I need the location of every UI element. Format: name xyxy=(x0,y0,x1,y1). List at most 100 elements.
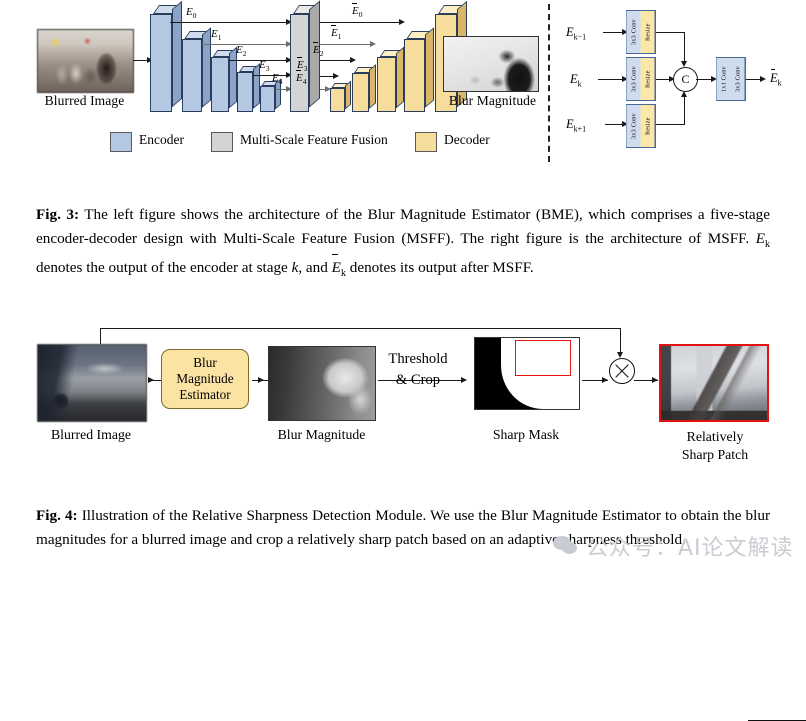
figure-3-caption-math-ek-bar: Ek xyxy=(332,254,346,279)
msff-branch-block-bot: 3x3 Conv Resize xyxy=(626,104,656,148)
msff-input-label-ek-minus-1: Ek−1 xyxy=(566,25,587,42)
sharp-mask-thumbnail xyxy=(474,337,580,410)
fusion-arrow-e2 xyxy=(320,60,353,61)
sharp-patch-label-line1: Relatively xyxy=(686,429,744,444)
arrowhead-threshold-crop xyxy=(461,376,467,383)
feedback-line-left-v xyxy=(100,328,101,344)
figure-4-caption: Fig. 4: Illustration of the Relative Sha… xyxy=(36,504,770,551)
encoder-label-e0: E0 xyxy=(186,6,197,21)
encoder-label-e3: E3 xyxy=(259,59,270,74)
decoder-block-2 xyxy=(377,46,404,112)
figure-3-diagram: Blurred Image E0 E1 E2 E3 E4 E0 E1 E2 E3… xyxy=(0,0,806,172)
sharp-mask-crop-box xyxy=(515,340,571,376)
decoder-block-2-front xyxy=(377,57,396,112)
blurred-image-label-fig3: Blurred Image xyxy=(44,93,125,108)
figure-3-caption-part1: The left figure shows the architecture o… xyxy=(36,206,770,247)
encoder-label-e2: E2 xyxy=(236,44,247,59)
figure-3-caption: Fig. 3: The left figure shows the archit… xyxy=(36,203,770,286)
encoder-label-e1: E1 xyxy=(211,28,222,43)
fusion-arrowhead-e2 xyxy=(350,56,356,63)
decoder-block-1-front xyxy=(404,39,425,112)
encoder-block-0-side xyxy=(172,0,182,108)
encoder-block-3-front xyxy=(237,72,253,112)
decoder-block-1-side xyxy=(425,27,434,108)
arrowhead-bme-to-blurmag xyxy=(258,376,264,383)
blurred-image-thumbnail-fig3 xyxy=(37,29,134,93)
msff-input-label-ek: Ek xyxy=(570,72,582,89)
msff-input-label-ek-plus-1: Ek+1 xyxy=(566,117,587,134)
threshold-label-bottom: & Crop xyxy=(395,372,441,388)
encoder-block-3 xyxy=(237,63,260,112)
msff-resize-mid: Resize xyxy=(640,58,655,100)
encoder-block-2 xyxy=(211,46,237,112)
encoder-block-1 xyxy=(182,27,211,112)
encoder-label-e4: E4 xyxy=(272,72,283,87)
fusion-arrow-e0 xyxy=(320,22,402,23)
fusion-arrowhead-e0 xyxy=(399,18,405,25)
figure-3-legend: Encoder Multi-Scale Feature Fusion Decod… xyxy=(110,131,530,155)
arrowhead-mask-to-multiply xyxy=(602,376,608,383)
msff-conv3x3-top: 3x3 Conv xyxy=(627,11,641,53)
legend-label-msff: Multi-Scale Feature Fusion xyxy=(240,132,388,147)
msff-branch-block-top: 3x3 Conv Resize xyxy=(626,10,656,54)
decoder-block-3 xyxy=(352,64,376,112)
blur-magnitude-label-fig4: Blur Magnitude xyxy=(277,427,366,442)
decoder-block-3-side xyxy=(369,64,376,109)
encoder-block-0-front xyxy=(150,14,172,112)
figure-3-caption-part2: denotes the output of the encoder at sta… xyxy=(36,259,292,277)
fusion-arrowhead-e3 xyxy=(333,72,339,79)
fusion-arrowhead-e1 xyxy=(370,40,376,47)
bme-line-2: Magnitude xyxy=(176,371,234,386)
msff-conv3x3-bot: 3x3 Conv xyxy=(627,105,641,147)
legend-label-decoder: Decoder xyxy=(444,132,490,147)
figure-4-caption-label: Fig. 4: xyxy=(36,507,78,524)
skip-arrow-e3 xyxy=(253,75,289,76)
sharp-patch-label-line2: Sharp Patch xyxy=(681,447,749,462)
figure-3-caption-part4: denotes its output after MSFF. xyxy=(345,259,534,277)
msff-conv1x1-out: 1x1 Conv xyxy=(717,58,731,100)
msff-output-block: 1x1 Conv 3x3 Conv xyxy=(716,57,746,101)
encoder-block-0 xyxy=(150,0,182,112)
encoder-block-4 xyxy=(260,78,281,112)
relatively-sharp-patch-thumbnail xyxy=(659,344,769,422)
msff-route-bot-h xyxy=(656,124,685,125)
blur-magnitude-estimator-box: Blur Magnitude Estimator xyxy=(161,349,249,409)
blur-magnitude-thumbnail-fig4 xyxy=(268,346,376,421)
figure-3-caption-math-ek: Ek xyxy=(755,229,770,250)
msff-route-top-v xyxy=(684,32,685,63)
figure-3-caption-part3: , and xyxy=(298,259,332,277)
msff-conv3x3-out: 3x3 Conv xyxy=(730,58,745,100)
encoder-block-2-front xyxy=(211,57,229,112)
bme-line-3: Estimator xyxy=(179,387,231,402)
feedback-line-top-h xyxy=(100,328,621,329)
msff-arrowhead-out xyxy=(760,75,766,82)
legend-swatch-encoder xyxy=(110,132,132,152)
figure-4-caption-text: Illustration of the Relative Sharpness D… xyxy=(36,507,771,548)
decoder-label-e2: E2 xyxy=(313,42,324,59)
msff-arrow-in-mid xyxy=(598,79,625,80)
encoder-block-1-side xyxy=(202,27,211,108)
legend-label-encoder: Encoder xyxy=(139,132,184,147)
figure-4-diagram: Blurred Image Blur Magnitude Sharp Mask … xyxy=(0,318,806,483)
feedback-line-right-v xyxy=(620,328,621,354)
blur-magnitude-label-fig3: Blur Magnitude xyxy=(448,93,537,108)
skip-arrow-e0 xyxy=(170,22,289,23)
concat-node: C xyxy=(673,67,698,92)
threshold-label-top: Threshold xyxy=(388,351,448,367)
decoder-block-4-front xyxy=(330,88,345,112)
sharp-mask-label: Sharp Mask xyxy=(492,427,560,442)
decoder-block-1 xyxy=(404,27,434,112)
decoder-label-e0: E0 xyxy=(352,3,363,20)
msff-route-top-h xyxy=(656,32,685,33)
document-page: Blurred Image E0 E1 E2 E3 E4 E0 E1 E2 E3… xyxy=(0,0,806,721)
msff-resize-top: Resize xyxy=(640,11,655,53)
figure-3-caption-label: Fig. 3: xyxy=(36,206,80,223)
decoder-block-3-front xyxy=(352,73,369,112)
decoder-label-e4: E4 xyxy=(296,70,307,87)
msff-resize-bot: Resize xyxy=(640,105,655,147)
msff-conv3x3-mid: 3x3 Conv xyxy=(627,58,641,100)
arrowhead-input-to-bme xyxy=(148,376,154,383)
msff-branch-block-mid: 3x3 Conv Resize xyxy=(626,57,656,101)
blur-magnitude-thumbnail-fig3 xyxy=(443,36,539,92)
concat-symbol: C xyxy=(681,72,690,86)
